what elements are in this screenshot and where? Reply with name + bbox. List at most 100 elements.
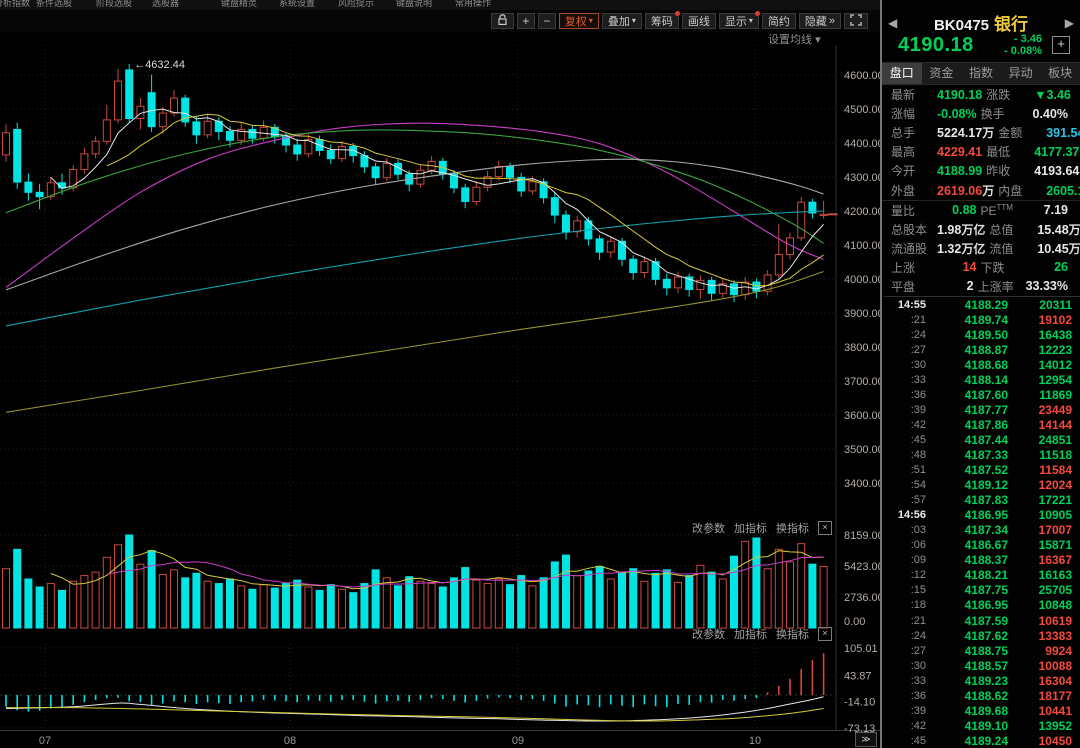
toolbar-hide-button[interactable]: 隐藏»: [799, 13, 841, 29]
menu-item-3[interactable]: 阶段选股: [96, 0, 132, 9]
change-value: - 3.46: [1014, 33, 1042, 45]
field-label: 上涨: [891, 259, 937, 276]
field-label: 最高: [891, 143, 937, 160]
menu-item-7[interactable]: 风险提示: [338, 0, 374, 9]
ma-lines: [6, 109, 824, 412]
menu-item-6[interactable]: 系统设置: [279, 0, 315, 9]
menu-item-9[interactable]: 常用操作: [455, 0, 491, 9]
indicator-tool-1[interactable]: 改参数: [692, 626, 725, 642]
tab-指数[interactable]: 指数: [961, 63, 1001, 84]
volume-tool-2[interactable]: 加指标: [734, 520, 767, 536]
toolbar-lock-button[interactable]: [491, 13, 514, 29]
menu-item-1[interactable]: 分析指数: [0, 0, 30, 9]
svg-text:0.00: 0.00: [844, 616, 865, 628]
tick-row: :364188.6218177: [884, 688, 1080, 703]
svg-text:2736.00: 2736.00: [844, 592, 882, 604]
svg-text:3500.00: 3500.00: [844, 444, 882, 456]
tick-row: :304188.5710088: [884, 658, 1080, 673]
field-row: 外盘2619.06万内盘2605.11万: [882, 180, 1080, 199]
field-label: 涨跌: [986, 86, 1034, 103]
toolbar-draw-line-button[interactable]: 画线: [682, 13, 716, 29]
svg-text:09: 09: [512, 735, 524, 747]
lock-icon: [497, 14, 508, 29]
toolbar-display-button[interactable]: 显示▾: [719, 13, 759, 29]
tick-row: :274188.759924: [884, 643, 1080, 658]
tab-资金[interactable]: 资金: [922, 63, 962, 84]
toolbar-fuquan-button[interactable]: 复权▾: [559, 13, 599, 29]
tick-list[interactable]: 14:554188.2920311:214189.7419102:244189.…: [884, 296, 1080, 748]
toolbar-zoom-out-label: −: [543, 14, 550, 28]
change-percent: - 0.08%: [1004, 45, 1042, 57]
field-value: 1.32万亿: [937, 240, 989, 257]
indicator-pane-close-icon[interactable]: ×: [818, 627, 832, 641]
indicator-tool-2[interactable]: 加指标: [734, 626, 767, 642]
price-change: - 3.46 - 0.08%: [974, 33, 1042, 57]
toolbar-overlay-button[interactable]: 叠加▾: [602, 13, 642, 29]
chevron-down-icon: ▾: [749, 17, 753, 25]
toolbar-fullscreen-button[interactable]: [844, 13, 868, 29]
quote-line: 4190.18 - 3.46 - 0.08% +: [898, 33, 1070, 57]
menu-item-5[interactable]: 键盘精灵: [221, 0, 257, 9]
tick-row: :424187.8614144: [884, 417, 1080, 432]
field-value: 26: [1029, 260, 1073, 274]
field-row: 流通股1.32万亿流值10.45万亿: [882, 239, 1080, 258]
svg-text:4300.00: 4300.00: [844, 172, 882, 184]
app-window: 分析指数条件选股阶段选股选股器键盘精灵系统设置风险提示键盘说明常用操作 +−复权…: [0, 0, 1080, 748]
tick-row: :094188.3716367: [884, 553, 1080, 568]
indicator-tool-3[interactable]: 换指标: [776, 626, 809, 642]
panel-tabs: 盘口资金指数异动板块: [882, 62, 1080, 85]
field-label: 内盘: [998, 182, 1046, 199]
double-arrow-icon: »: [829, 15, 835, 27]
menu-item-2[interactable]: 条件选股: [36, 0, 72, 9]
expand-icon: [850, 14, 862, 29]
line-MA120: [6, 211, 824, 326]
svg-text:←4632.44: ←4632.44: [134, 59, 185, 71]
field-label: 最低: [986, 143, 1034, 160]
svg-text:10: 10: [749, 735, 761, 747]
tick-row: :454187.4424851: [884, 432, 1080, 447]
svg-text:3800.00: 3800.00: [844, 342, 882, 354]
field-value: 33.33%: [1026, 279, 1072, 293]
add-to-watchlist-button[interactable]: +: [1052, 36, 1070, 54]
next-page-button[interactable]: ≫: [855, 732, 877, 747]
menu-item-8[interactable]: 键盘说明: [396, 0, 432, 9]
chevron-down-icon: ▾: [632, 17, 636, 25]
field-label: 流值: [989, 240, 1037, 257]
field-label: 最新: [891, 86, 937, 103]
tick-row: :574187.8317221: [884, 493, 1080, 508]
field-value: 4188.99: [937, 164, 986, 178]
field-label: 金额: [998, 124, 1046, 141]
toolbar-simple-label: 简约: [768, 13, 790, 29]
field-label: 今开: [891, 162, 937, 179]
menu-item-4[interactable]: 选股器: [152, 0, 179, 9]
volume-pane-close-icon[interactable]: ×: [818, 521, 832, 535]
tab-盘口[interactable]: 盘口: [882, 63, 922, 84]
line-MA60: [6, 130, 824, 243]
volume-tool-1[interactable]: 改参数: [692, 520, 725, 536]
field-label: 平盘: [891, 278, 937, 295]
svg-text:105.01: 105.01: [844, 643, 878, 655]
field-row: 最高4229.41最低4177.37: [882, 142, 1080, 161]
ma-settings-button[interactable]: 设置均线 ▾: [768, 31, 821, 47]
volume-tool-3[interactable]: 换指标: [776, 520, 809, 536]
tick-row: :454189.2410450: [884, 733, 1080, 748]
tab-异动[interactable]: 异动: [1001, 63, 1041, 84]
field-value: 10.45万亿: [1037, 240, 1080, 257]
field-value: 4177.37: [1034, 145, 1080, 159]
quote-header: ◀ ▶ BK0475银行 4190.18 - 3.46 - 0.08% +: [882, 0, 1080, 62]
svg-text:3700.00: 3700.00: [844, 376, 882, 388]
toolbar-chips-button[interactable]: 筹码: [645, 13, 679, 29]
toolbar-zoom-in-button[interactable]: +: [517, 13, 535, 29]
field-value: 4229.41: [937, 145, 986, 159]
field-value: 4190.18: [937, 88, 986, 102]
toolbar-zoom-out-button[interactable]: −: [538, 13, 556, 29]
toolbar-simple-button[interactable]: 简约: [762, 13, 796, 29]
svg-text:3600.00: 3600.00: [844, 410, 882, 422]
field-label: 换手: [981, 105, 1029, 122]
tick-row: :244189.5016438: [884, 327, 1080, 342]
tab-板块[interactable]: 板块: [1040, 63, 1080, 84]
field-label: 昨收: [986, 162, 1034, 179]
field-label: 量比: [891, 202, 937, 219]
ma-settings-label: 设置均线: [768, 34, 812, 46]
field-label: 流通股: [891, 240, 937, 257]
